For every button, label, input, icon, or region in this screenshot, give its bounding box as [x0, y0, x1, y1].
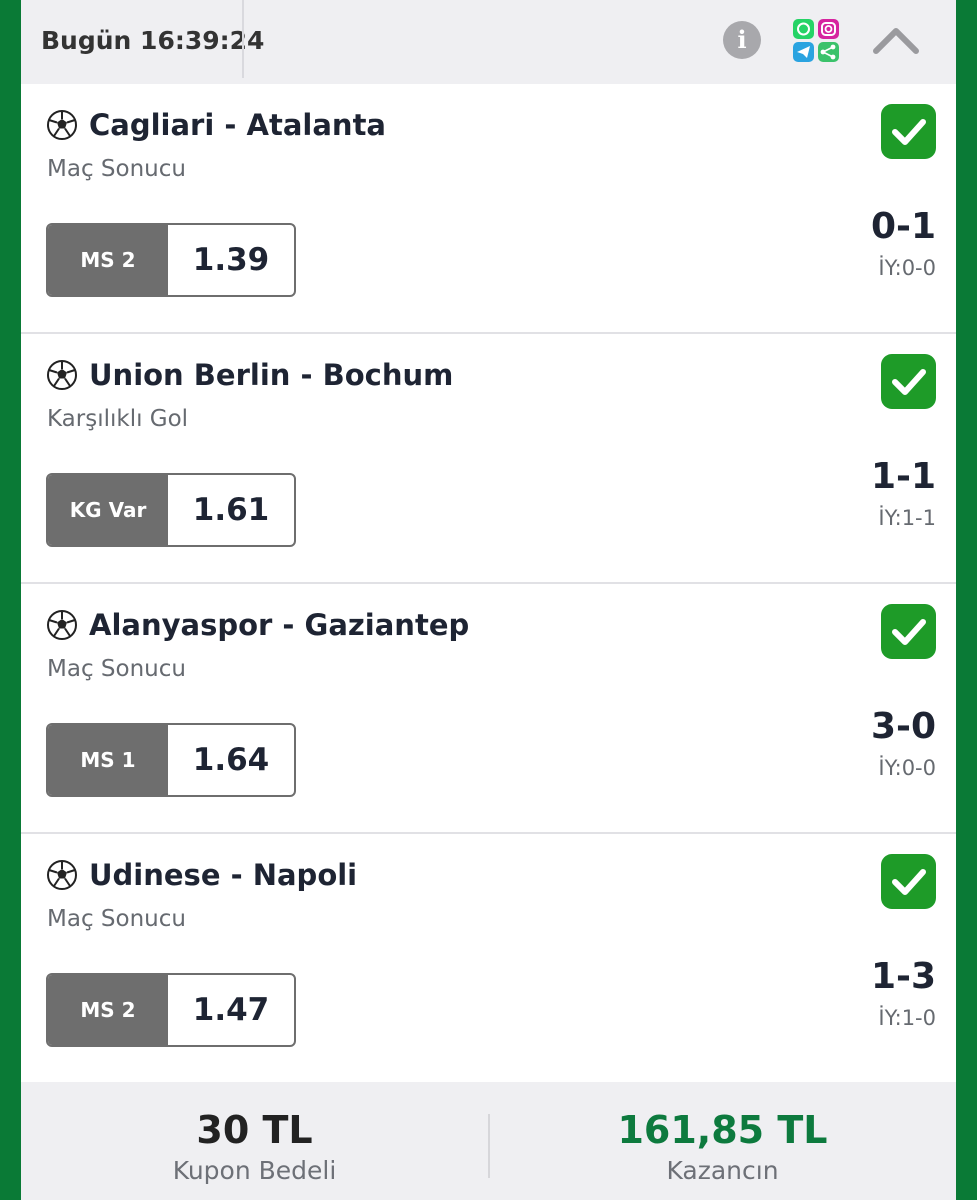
pick-odd: 1.64	[192, 742, 270, 778]
coupon-header: Bugün 16:39:24 i	[21, 0, 956, 84]
soccer-ball-icon	[47, 110, 77, 140]
soccer-ball-icon	[47, 860, 77, 890]
final-score: 1-1	[870, 456, 936, 497]
market-name: Maç Sonucu	[47, 656, 186, 682]
match-teams[interactable]: Union Berlin - Bochum	[89, 358, 453, 392]
pick-label: MS 2	[48, 225, 168, 295]
pick-box[interactable]: MS 2 1.47	[46, 973, 296, 1047]
stake-amount: 30 TL	[196, 1108, 313, 1152]
soccer-ball-icon	[47, 360, 77, 390]
check-icon	[881, 604, 936, 659]
soccer-ball-icon	[47, 610, 77, 640]
half-time-score: İY:0-0	[878, 756, 936, 780]
stake-label: Kupon Bedeli	[172, 1156, 337, 1185]
pick-odd: 1.47	[192, 992, 270, 1028]
half-time-score: İY:1-0	[878, 1006, 936, 1030]
winnings-amount: 161,85 TL	[617, 1108, 828, 1152]
match-teams[interactable]: Alanyaspor - Gaziantep	[89, 608, 469, 642]
pick-box[interactable]: MS 1 1.64	[46, 723, 296, 797]
coupon-time: Bugün 16:39:24	[41, 26, 265, 55]
pick-odd: 1.39	[192, 242, 270, 278]
market-name: Maç Sonucu	[47, 156, 186, 182]
pick-label: MS 1	[48, 725, 168, 795]
final-score: 3-0	[870, 706, 936, 747]
winnings-summary: 161,85 TL Kazancın	[489, 1082, 956, 1200]
half-time-score: İY:0-0	[878, 256, 936, 280]
check-icon	[881, 854, 936, 909]
stake-summary: 30 TL Kupon Bedeli	[21, 1082, 488, 1200]
market-name: Karşılıklı Gol	[47, 406, 189, 432]
half-time-score: İY:1-1	[878, 506, 936, 530]
share-social-icon[interactable]	[792, 18, 842, 64]
final-score: 1-3	[870, 956, 936, 997]
final-score: 0-1	[870, 206, 936, 247]
pick-label: KG Var	[48, 475, 168, 545]
match-card: Union Berlin - Bochum Karşılıklı Gol KG …	[21, 334, 956, 584]
pick-box[interactable]: KG Var 1.61	[46, 473, 296, 547]
check-icon	[881, 104, 936, 159]
market-name: Maç Sonucu	[47, 906, 186, 932]
check-icon	[881, 354, 936, 409]
pick-odd: 1.61	[192, 492, 270, 528]
coupon-card: Bugün 16:39:24 i Cagliari - Atalanta Maç…	[21, 0, 956, 1200]
info-icon[interactable]: i	[723, 21, 761, 59]
match-card: Cagliari - Atalanta Maç Sonucu MS 2 1.39…	[21, 84, 956, 334]
pick-box[interactable]: MS 2 1.39	[46, 223, 296, 297]
match-teams[interactable]: Udinese - Napoli	[89, 858, 357, 892]
header-divider	[242, 0, 244, 78]
winnings-label: Kazancın	[666, 1156, 779, 1185]
pick-label: MS 2	[48, 975, 168, 1045]
match-teams[interactable]: Cagliari - Atalanta	[89, 108, 386, 142]
match-card: Udinese - Napoli Maç Sonucu MS 2 1.47 1-…	[21, 834, 956, 1084]
match-card: Alanyaspor - Gaziantep Maç Sonucu MS 1 1…	[21, 584, 956, 834]
coupon-summary: 30 TL Kupon Bedeli 161,85 TL Kazancın	[21, 1082, 956, 1200]
chevron-up-icon[interactable]	[872, 22, 920, 58]
